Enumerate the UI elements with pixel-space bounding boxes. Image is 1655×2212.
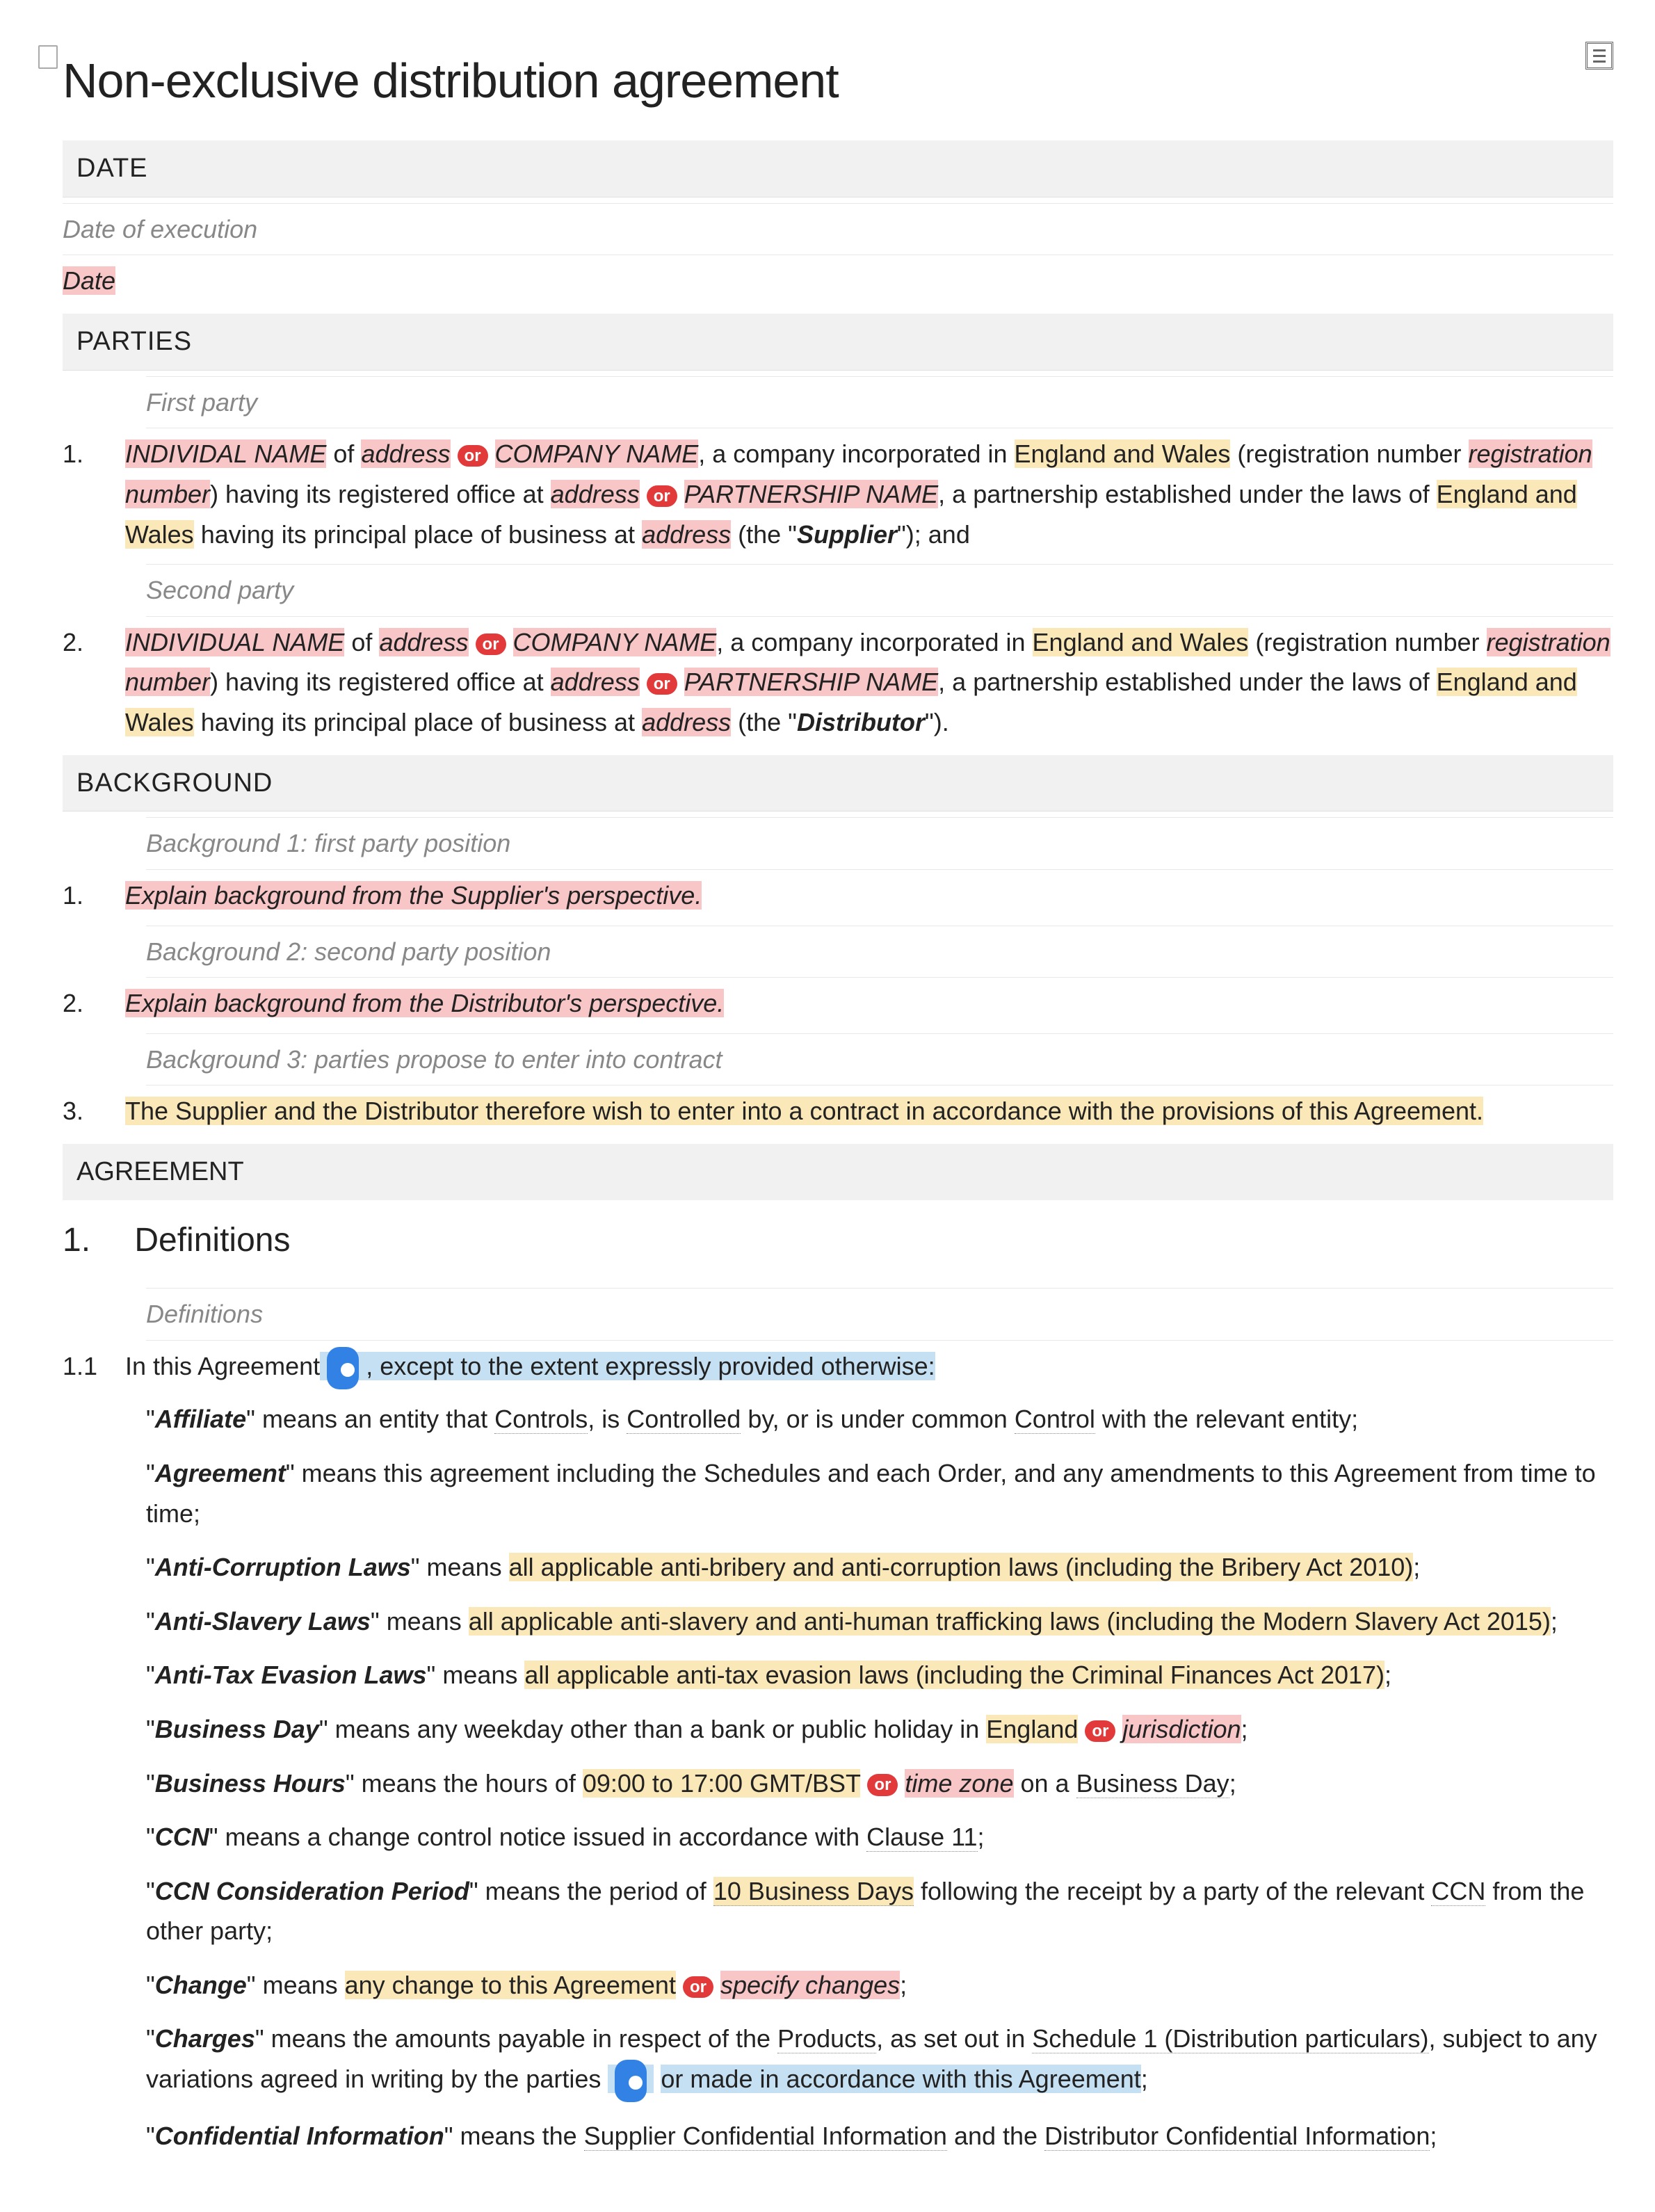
party-1-text: INDIVIDAL NAME of address or COMPANY NAM… xyxy=(125,434,1613,554)
def-bhours: "Business Hours" means the hours of 09:0… xyxy=(146,1763,1613,1804)
def-ccn: "CCN" means a change control notice issu… xyxy=(146,1817,1613,1857)
def-ccncp: "CCN Consideration Period" means the per… xyxy=(146,1871,1613,1951)
party-row-1: 1. INDIVIDAL NAME of address or COMPANY … xyxy=(63,434,1613,554)
definitions-heading: 1. Definitions xyxy=(63,1214,1613,1268)
def-antitax: "Anti-Tax Evasion Laws" means all applic… xyxy=(146,1655,1613,1695)
or-pill[interactable]: or xyxy=(867,1774,898,1795)
party-1-number: 1. xyxy=(63,434,104,474)
clause-1-1: 1.1 In this Agreement , except to the ex… xyxy=(63,1346,1613,1389)
clause-number: 1.1 xyxy=(63,1346,104,1387)
bg-row-3: 3. The Supplier and the Distributor ther… xyxy=(63,1091,1613,1131)
section-agreement-header: AGREEMENT xyxy=(63,1144,1613,1200)
def-charges: "Charges" means the amounts payable in r… xyxy=(146,2019,1613,2102)
def-affiliate: "Affiliate" means an entity that Control… xyxy=(146,1399,1613,1439)
toggle-switch[interactable] xyxy=(327,1347,359,1390)
or-pill[interactable]: or xyxy=(647,673,677,695)
bg-3-text[interactable]: The Supplier and the Distributor therefo… xyxy=(125,1097,1483,1125)
def-anticorr: "Anti-Corruption Laws" means all applica… xyxy=(146,1547,1613,1588)
bg-row-2: 2. Explain background from the Distribut… xyxy=(63,983,1613,1024)
party-row-2: 2. INDIVIDUAL NAME of address or COMPANY… xyxy=(63,622,1613,743)
def-bday: "Business Day" means any weekday other t… xyxy=(146,1709,1613,1750)
def-antislavery: "Anti-Slavery Laws" means all applicable… xyxy=(146,1601,1613,1642)
bg-1-number: 1. xyxy=(63,875,104,916)
outline-icon[interactable] xyxy=(1585,42,1613,70)
date-field[interactable]: Date xyxy=(63,261,1613,301)
date-sublabel: Date of execution xyxy=(63,203,1613,256)
def-agreement: "Agreement" means this agreement includi… xyxy=(146,1453,1613,1533)
clause-intro: In this Agreement , except to the extent… xyxy=(125,1346,935,1389)
toggle-switch[interactable] xyxy=(615,2060,647,2103)
bg-1-text[interactable]: Explain background from the Supplier's p… xyxy=(125,881,702,910)
bg-row-1: 1. Explain background from the Supplier'… xyxy=(63,875,1613,916)
or-pill[interactable]: or xyxy=(647,485,677,507)
or-pill[interactable]: or xyxy=(1085,1720,1115,1742)
definitions-sublabel: Definitions xyxy=(146,1288,1613,1341)
bg-3-number: 3. xyxy=(63,1091,104,1131)
or-pill[interactable]: or xyxy=(683,1976,713,1998)
section-background-header: BACKGROUND xyxy=(63,755,1613,812)
first-party-sublabel: First party xyxy=(146,376,1613,429)
party-2-text: INDIVIDUAL NAME of address or COMPANY NA… xyxy=(125,622,1613,743)
def-change: "Change" means any change to this Agreem… xyxy=(146,1965,1613,2005)
section-date-header: DATE xyxy=(63,140,1613,197)
party-2-number: 2. xyxy=(63,622,104,663)
bg2-sublabel: Background 2: second party position xyxy=(146,926,1613,978)
section-parties-header: PARTIES xyxy=(63,314,1613,371)
bg-2-text[interactable]: Explain background from the Distributor'… xyxy=(125,989,724,1017)
bg-2-number: 2. xyxy=(63,983,104,1024)
bg3-sublabel: Background 3: parties propose to enter i… xyxy=(146,1033,1613,1086)
page-icon xyxy=(38,45,58,69)
page-title: Non-exclusive distribution agreement xyxy=(63,42,1613,120)
def-confinfo: "Confidential Information" means the Sup… xyxy=(146,2116,1613,2156)
or-pill[interactable]: or xyxy=(476,633,506,655)
or-pill[interactable]: or xyxy=(458,445,488,467)
second-party-sublabel: Second party xyxy=(146,564,1613,617)
bg1-sublabel: Background 1: first party position xyxy=(146,817,1613,870)
